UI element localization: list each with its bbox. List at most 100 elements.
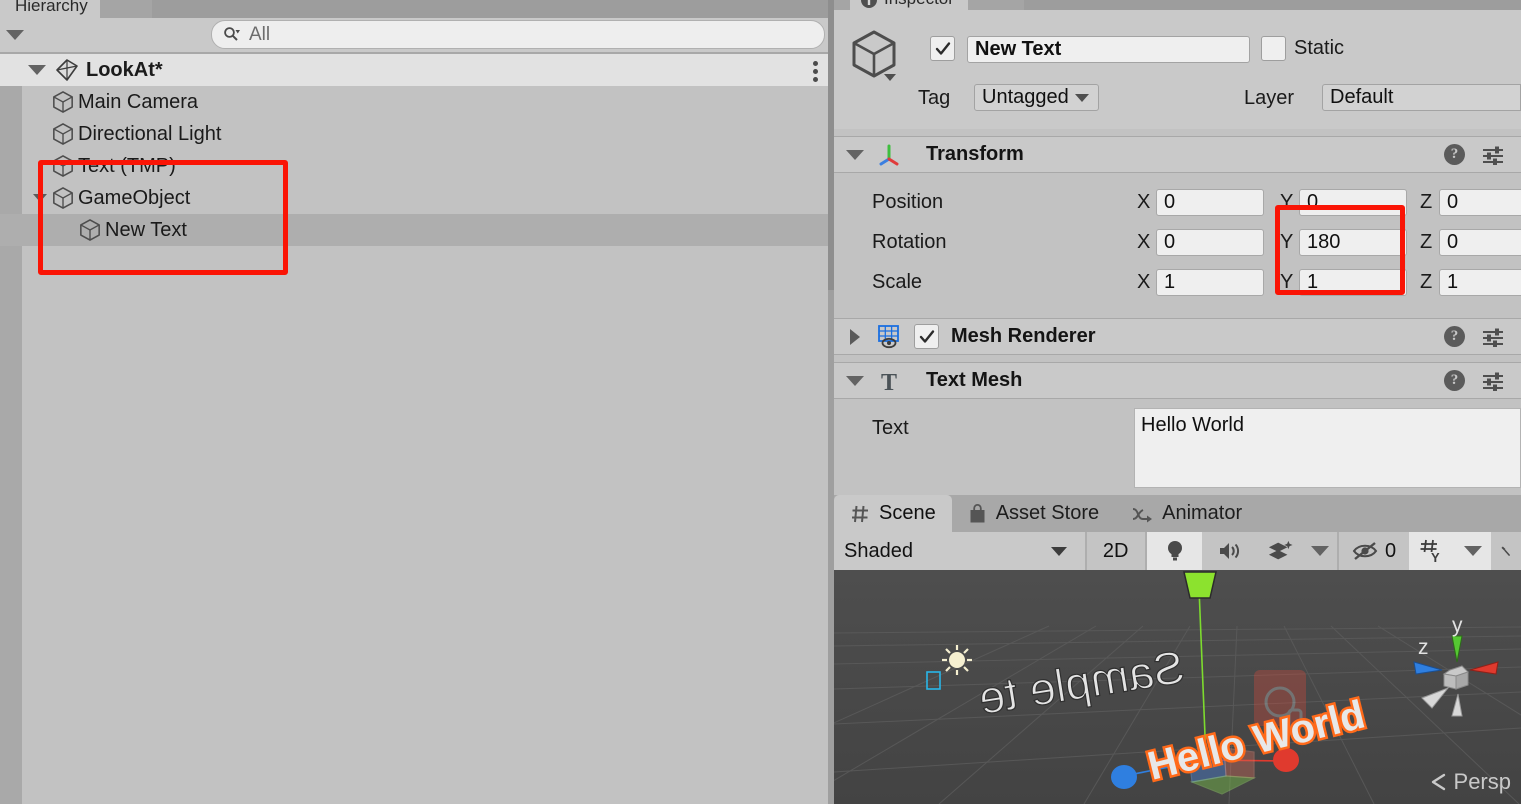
chevron-down-icon[interactable] (846, 375, 864, 386)
svg-text:Y: Y (1431, 550, 1440, 563)
list-item[interactable]: GameObject (0, 182, 834, 214)
scene-view[interactable]: Sample te Hello World z y Persp (834, 570, 1521, 804)
inspector-icon (861, 0, 877, 8)
scene-fx-toggle[interactable] (1258, 532, 1304, 570)
text-mesh-fold-slot[interactable] (834, 375, 876, 386)
sun-icon (942, 645, 972, 675)
position-z-value: 0 (1447, 190, 1459, 213)
position-y-field[interactable]: 0 (1299, 188, 1407, 216)
layer-dropdown[interactable]: Default (1322, 84, 1521, 111)
scene-grid-dropdown[interactable] (1454, 532, 1491, 570)
inspector-tabstrip: Inspector (834, 0, 1521, 10)
tag-value: Untagged (982, 86, 1069, 108)
eye-off-icon (1352, 542, 1378, 560)
layer-label: Layer (1244, 87, 1295, 109)
component-title: Mesh Renderer (951, 325, 1096, 347)
scale-x-field[interactable]: 1 (1156, 268, 1264, 296)
gameobject-name-field[interactable]: New Text (967, 36, 1250, 63)
rotation-z-field[interactable]: 0 (1439, 228, 1521, 256)
row-expand-icon[interactable] (33, 194, 47, 202)
scene-audio-toggle[interactable] (1202, 532, 1259, 570)
help-icon[interactable]: ? (1444, 144, 1465, 165)
tag-label: Tag (918, 87, 951, 109)
scene-projection-label[interactable]: Persp (1430, 769, 1511, 795)
component-header-mesh-renderer[interactable]: Mesh Renderer ? (834, 318, 1521, 355)
chevron-down-icon (1050, 547, 1067, 556)
component-header-text-mesh[interactable]: T Text Mesh ? (834, 362, 1521, 399)
scene-lighting-toggle[interactable] (1146, 532, 1203, 570)
hierarchy-scene-row[interactable]: LookAt* (0, 54, 834, 86)
transform-axis-icon (879, 144, 899, 165)
list-item-label: New Text (105, 218, 187, 241)
component-settings-icon[interactable] (1481, 371, 1505, 391)
view-2d-toggle[interactable]: 2D (1086, 532, 1145, 570)
axis-label-y: Y (1280, 230, 1294, 253)
list-item[interactable]: Main Camera (0, 86, 834, 118)
create-menu-icon[interactable] (6, 30, 24, 40)
chevron-down-icon[interactable] (846, 149, 864, 160)
tab-inspector[interactable]: Inspector (850, 0, 968, 10)
component-header-transform[interactable]: Transform ? (834, 136, 1521, 173)
search-input[interactable]: All (211, 20, 825, 49)
axis-label-z: Z (1420, 270, 1433, 293)
hierarchy-scene-name: LookAt* (86, 58, 163, 81)
text-mesh-icon: T (881, 370, 897, 394)
scene-expand-icon[interactable] (28, 65, 46, 75)
chevron-left-icon (1431, 773, 1445, 791)
rotation-x-field[interactable]: 0 (1156, 228, 1264, 256)
mesh-renderer-fold-slot[interactable] (834, 328, 876, 345)
chevron-right-icon[interactable] (850, 328, 860, 345)
draw-mode-value: Shaded (844, 539, 913, 562)
tag-dropdown[interactable]: Untagged (974, 84, 1099, 111)
scene-fx-dropdown[interactable] (1303, 532, 1338, 570)
hierarchy-panel: Hierarchy All LookAt* Main Camera Direct… (0, 0, 834, 804)
static-checkbox[interactable] (1261, 36, 1286, 61)
component-settings-icon[interactable] (1481, 327, 1505, 347)
checkmark-icon (919, 329, 934, 343)
axis-label-z: Z (1420, 230, 1433, 253)
text-mesh-text-input[interactable]: Hello World (1134, 408, 1521, 488)
scale-y-field[interactable]: 1 (1299, 268, 1407, 296)
component-settings-icon[interactable] (1481, 145, 1505, 165)
row-expand-slot[interactable] (28, 194, 52, 202)
transform-fold-slot[interactable] (834, 149, 876, 160)
help-icon[interactable]: ? (1444, 370, 1465, 391)
tab-asset-store[interactable]: Asset Store (952, 495, 1115, 532)
scene-grid-toggle[interactable]: Y (1408, 532, 1455, 570)
component-title: Transform (926, 143, 1024, 165)
transform-fields: Position X 0 Y 0 Z 0 Rotation X 0 Y 180 … (834, 176, 1521, 310)
help-icon[interactable]: ? (1444, 326, 1465, 347)
row-label: Position (872, 190, 944, 213)
gameobject-enabled-checkbox[interactable] (930, 36, 955, 61)
position-z-field[interactable]: 0 (1439, 188, 1521, 216)
rotation-y-field[interactable]: 180 (1299, 228, 1407, 256)
component-title: Text Mesh (926, 369, 1023, 391)
text-mesh-text-value: Hello World (1141, 414, 1244, 436)
hierarchy-tabstrip: Hierarchy (0, 0, 834, 18)
list-item[interactable]: New Text (0, 214, 834, 246)
svg-text:T: T (881, 370, 897, 394)
position-x-field[interactable]: 0 (1156, 188, 1264, 216)
tab-animator[interactable]: Animator (1115, 495, 1258, 532)
gameobject-cube-icon (53, 187, 73, 209)
scene-tools-button[interactable] (1490, 532, 1521, 570)
list-item[interactable]: Directional Light (0, 118, 834, 150)
component-header-actions: ? (1444, 144, 1505, 165)
list-item-label: Main Camera (78, 90, 199, 113)
tab-scene[interactable]: Scene (834, 495, 952, 532)
list-item[interactable]: Text (TMP) (0, 150, 834, 182)
layer-value: Default (1330, 86, 1394, 108)
mesh-renderer-enabled-checkbox[interactable] (914, 324, 939, 349)
object-icon-dropdown-icon[interactable] (884, 74, 896, 81)
tab-hierarchy[interactable]: Hierarchy (0, 0, 100, 18)
axis-label-z: Z (1420, 190, 1433, 213)
kebab-menu-icon[interactable] (813, 61, 818, 82)
rotation-x-value: 0 (1164, 230, 1176, 253)
draw-mode-dropdown[interactable]: Shaded (834, 532, 1085, 570)
axis-label-y: Y (1280, 270, 1294, 293)
gameobject-cube-icon (852, 30, 896, 78)
hidden-objects-toggle[interactable]: 0 (1339, 532, 1409, 570)
gizmo-axis-label-z: z (1418, 636, 1429, 659)
effects-layers-icon (1269, 540, 1293, 560)
scale-z-field[interactable]: 1 (1439, 268, 1521, 296)
